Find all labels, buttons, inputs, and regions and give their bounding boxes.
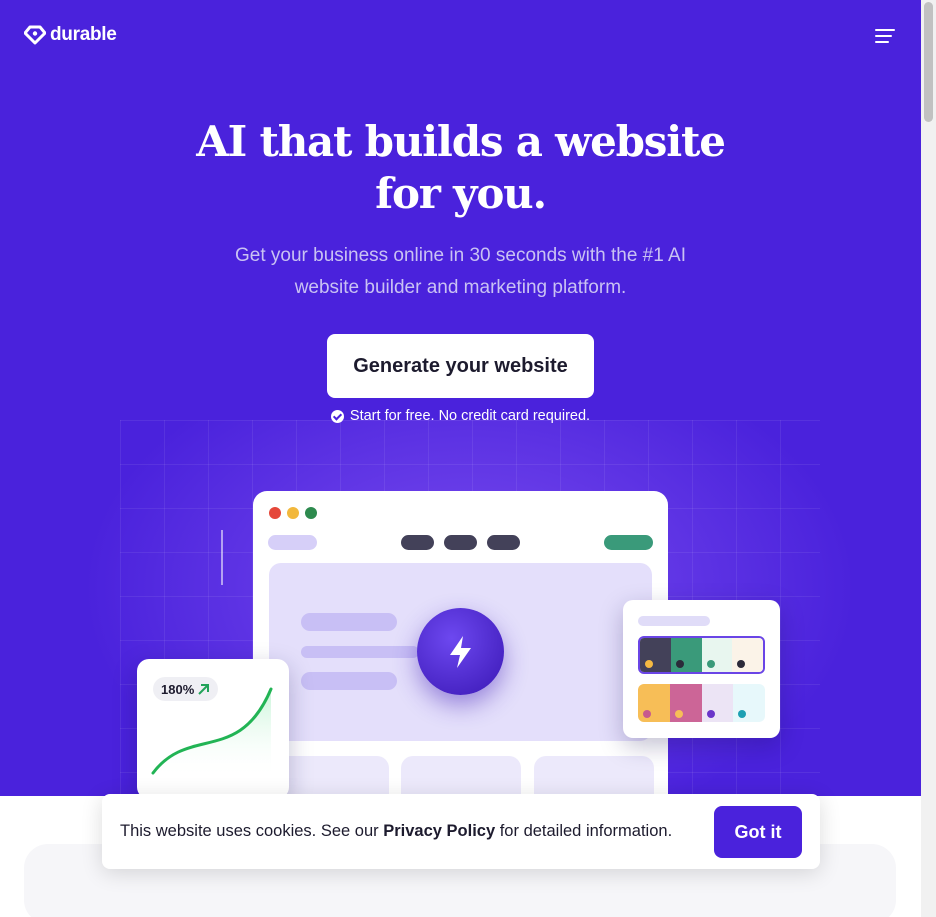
preview-nav-item	[444, 535, 477, 550]
hamburger-menu-icon[interactable]	[872, 26, 898, 46]
preview-text-bar	[301, 613, 397, 631]
palette-row	[638, 684, 765, 722]
color-swatch	[701, 638, 733, 672]
cookie-message: This website uses cookies. See our Priva…	[120, 822, 672, 841]
free-note-text: Start for free. No credit card required.	[349, 408, 591, 424]
free-note: Start for free. No credit card required.	[0, 408, 921, 424]
color-swatch	[640, 638, 671, 672]
preview-logo-placeholder	[268, 535, 317, 550]
cookie-text-before: This website uses cookies. See our	[120, 822, 384, 840]
subtitle-line-1: Get your business online in 30 seconds w…	[235, 245, 686, 266]
preview-nav-item	[487, 535, 520, 550]
color-swatch	[733, 684, 765, 722]
swatch-dot	[706, 710, 715, 718]
check-circle-icon	[330, 409, 344, 423]
vertical-scrollbar[interactable]	[921, 0, 936, 917]
swatch-dot	[675, 660, 684, 668]
text-cursor-decoration	[221, 530, 223, 585]
preview-cta-pill	[604, 535, 653, 550]
color-palette-card	[623, 600, 780, 738]
preview-text-bar	[301, 646, 419, 658]
preview-card	[401, 756, 521, 796]
preview-nav-item	[401, 535, 434, 550]
swatch-dot	[645, 660, 653, 668]
window-dot-green	[305, 507, 317, 519]
lightning-bolt-icon	[417, 608, 504, 695]
hero-headline: AI that builds a website for you.	[0, 116, 921, 220]
cookie-text-after: for detailed information.	[495, 822, 673, 840]
swatch-dot	[643, 710, 651, 718]
diamond-logo-icon	[24, 25, 46, 45]
color-swatch	[670, 638, 702, 672]
swatch-dot	[737, 660, 746, 668]
generate-website-button[interactable]: Generate your website	[327, 334, 594, 398]
swatch-dot	[674, 710, 683, 718]
growth-trend-chart	[151, 687, 273, 779]
cookie-banner: This website uses cookies. See our Priva…	[102, 794, 820, 869]
window-dot-red	[269, 507, 281, 519]
swatch-dot	[706, 660, 715, 668]
color-swatch	[732, 638, 763, 672]
color-swatch	[701, 684, 734, 722]
scrollbar-thumb[interactable]	[924, 2, 933, 122]
headline-line-1: AI that builds a website	[196, 117, 726, 166]
growth-stat-card: 180%	[137, 659, 289, 796]
hero-subtitle: Get your business online in 30 seconds w…	[200, 240, 721, 304]
logo-text: durable	[50, 24, 117, 45]
preview-text-bar	[301, 672, 397, 690]
durable-logo[interactable]: durable	[24, 24, 117, 46]
palette-title-placeholder	[638, 616, 710, 626]
swatch-dot	[738, 710, 747, 718]
color-swatch	[638, 684, 670, 722]
window-dot-yellow	[287, 507, 299, 519]
privacy-policy-link[interactable]: Privacy Policy	[383, 822, 495, 840]
preview-card	[534, 756, 654, 796]
subtitle-line-2: website builder and marketing platform.	[294, 277, 627, 298]
hero-section: durable AI that builds a website for you…	[0, 0, 921, 796]
got-it-button[interactable]: Got it	[714, 806, 802, 858]
palette-row-selected	[638, 636, 765, 674]
color-swatch	[669, 684, 702, 722]
headline-line-2: for you.	[375, 169, 547, 218]
